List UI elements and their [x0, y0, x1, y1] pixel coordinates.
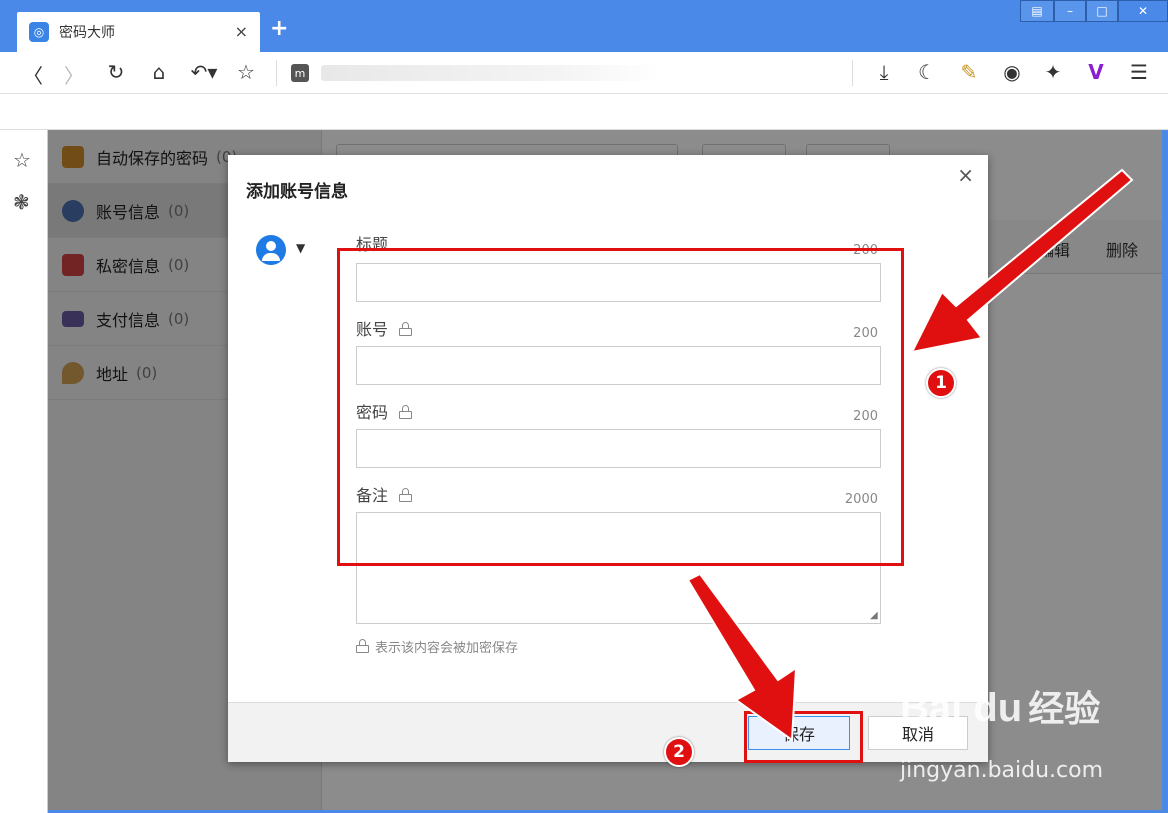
step-badge-1: 1	[926, 368, 956, 398]
arrow-2-icon	[686, 572, 798, 742]
watermark-url: jingyan.baidu.com	[900, 758, 1104, 783]
arrow-1-icon	[910, 168, 1134, 354]
watermark-logo: Bai du	[900, 686, 1023, 730]
baidu-watermark: Bai du 经验 jingyan.baidu.com	[900, 680, 1103, 783]
watermark-cn: 经验	[1028, 689, 1101, 730]
step-badge-2: 2	[664, 737, 694, 767]
browser-window: ◎ 密码大师 × + ▤ – □ ✕ 〈 〉 ↻ ⌂ ↶▾ ☆ m ⤓ ☾ ✎ …	[0, 0, 1168, 813]
